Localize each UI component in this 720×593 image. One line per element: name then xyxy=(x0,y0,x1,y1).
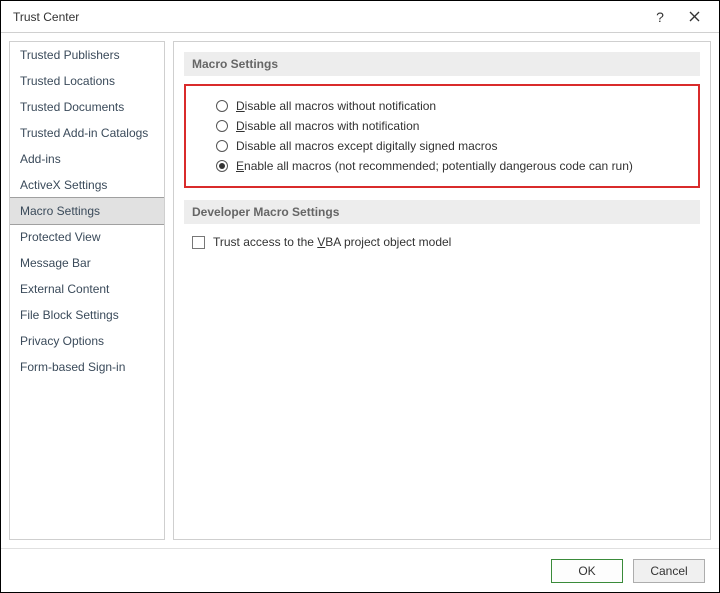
sidebar-item-trusted-add-in-catalogs[interactable]: Trusted Add-in Catalogs xyxy=(10,120,164,146)
close-button[interactable] xyxy=(677,5,711,29)
sidebar-item-protected-view[interactable]: Protected View xyxy=(10,224,164,250)
cancel-button[interactable]: Cancel xyxy=(633,559,705,583)
sidebar-item-trusted-publishers[interactable]: Trusted Publishers xyxy=(10,42,164,68)
checkbox-icon xyxy=(192,236,205,249)
window-title: Trust Center xyxy=(13,10,643,24)
sidebar: Trusted PublishersTrusted LocationsTrust… xyxy=(9,41,165,540)
dialog-body: Trusted PublishersTrusted LocationsTrust… xyxy=(1,33,719,548)
radio-icon xyxy=(216,160,228,172)
close-icon xyxy=(689,11,700,22)
radio-icon xyxy=(216,120,228,132)
sidebar-item-external-content[interactable]: External Content xyxy=(10,276,164,302)
content-panel: Macro Settings Disable all macros withou… xyxy=(173,41,711,540)
sidebar-item-file-block-settings[interactable]: File Block Settings xyxy=(10,302,164,328)
sidebar-item-form-based-sign-in[interactable]: Form-based Sign-in xyxy=(10,354,164,380)
radio-icon xyxy=(216,100,228,112)
sidebar-item-trusted-locations[interactable]: Trusted Locations xyxy=(10,68,164,94)
macro-options-highlight: Disable all macros without notification D… xyxy=(184,84,700,188)
radio-icon xyxy=(216,140,228,152)
sidebar-item-trusted-documents[interactable]: Trusted Documents xyxy=(10,94,164,120)
help-button[interactable]: ? xyxy=(643,5,677,29)
vba-trust-label: Trust access to the VBA project object m… xyxy=(213,235,451,249)
sidebar-item-activex-settings[interactable]: ActiveX Settings xyxy=(10,172,164,198)
developer-macro-group: Trust access to the VBA project object m… xyxy=(184,232,700,252)
section-developer-macro-header: Developer Macro Settings xyxy=(184,200,700,224)
macro-option-3[interactable]: Enable all macros (not recommended; pote… xyxy=(216,156,686,176)
macro-option-label: Disable all macros with notification xyxy=(236,119,419,133)
section-macro-settings-header: Macro Settings xyxy=(184,52,700,76)
macro-option-2[interactable]: Disable all macros except digitally sign… xyxy=(216,136,686,156)
macro-option-label: Disable all macros except digitally sign… xyxy=(236,139,497,153)
title-bar: Trust Center ? xyxy=(1,1,719,33)
sidebar-item-add-ins[interactable]: Add-ins xyxy=(10,146,164,172)
macro-option-1[interactable]: Disable all macros with notification xyxy=(216,116,686,136)
dialog-footer: OK Cancel xyxy=(1,548,719,592)
vba-trust-checkbox-row[interactable]: Trust access to the VBA project object m… xyxy=(192,232,700,252)
macro-option-label: Disable all macros without notification xyxy=(236,99,436,113)
ok-button[interactable]: OK xyxy=(551,559,623,583)
sidebar-item-privacy-options[interactable]: Privacy Options xyxy=(10,328,164,354)
sidebar-item-macro-settings[interactable]: Macro Settings xyxy=(9,197,165,225)
macro-option-0[interactable]: Disable all macros without notification xyxy=(216,96,686,116)
macro-option-label: Enable all macros (not recommended; pote… xyxy=(236,159,633,173)
sidebar-item-message-bar[interactable]: Message Bar xyxy=(10,250,164,276)
